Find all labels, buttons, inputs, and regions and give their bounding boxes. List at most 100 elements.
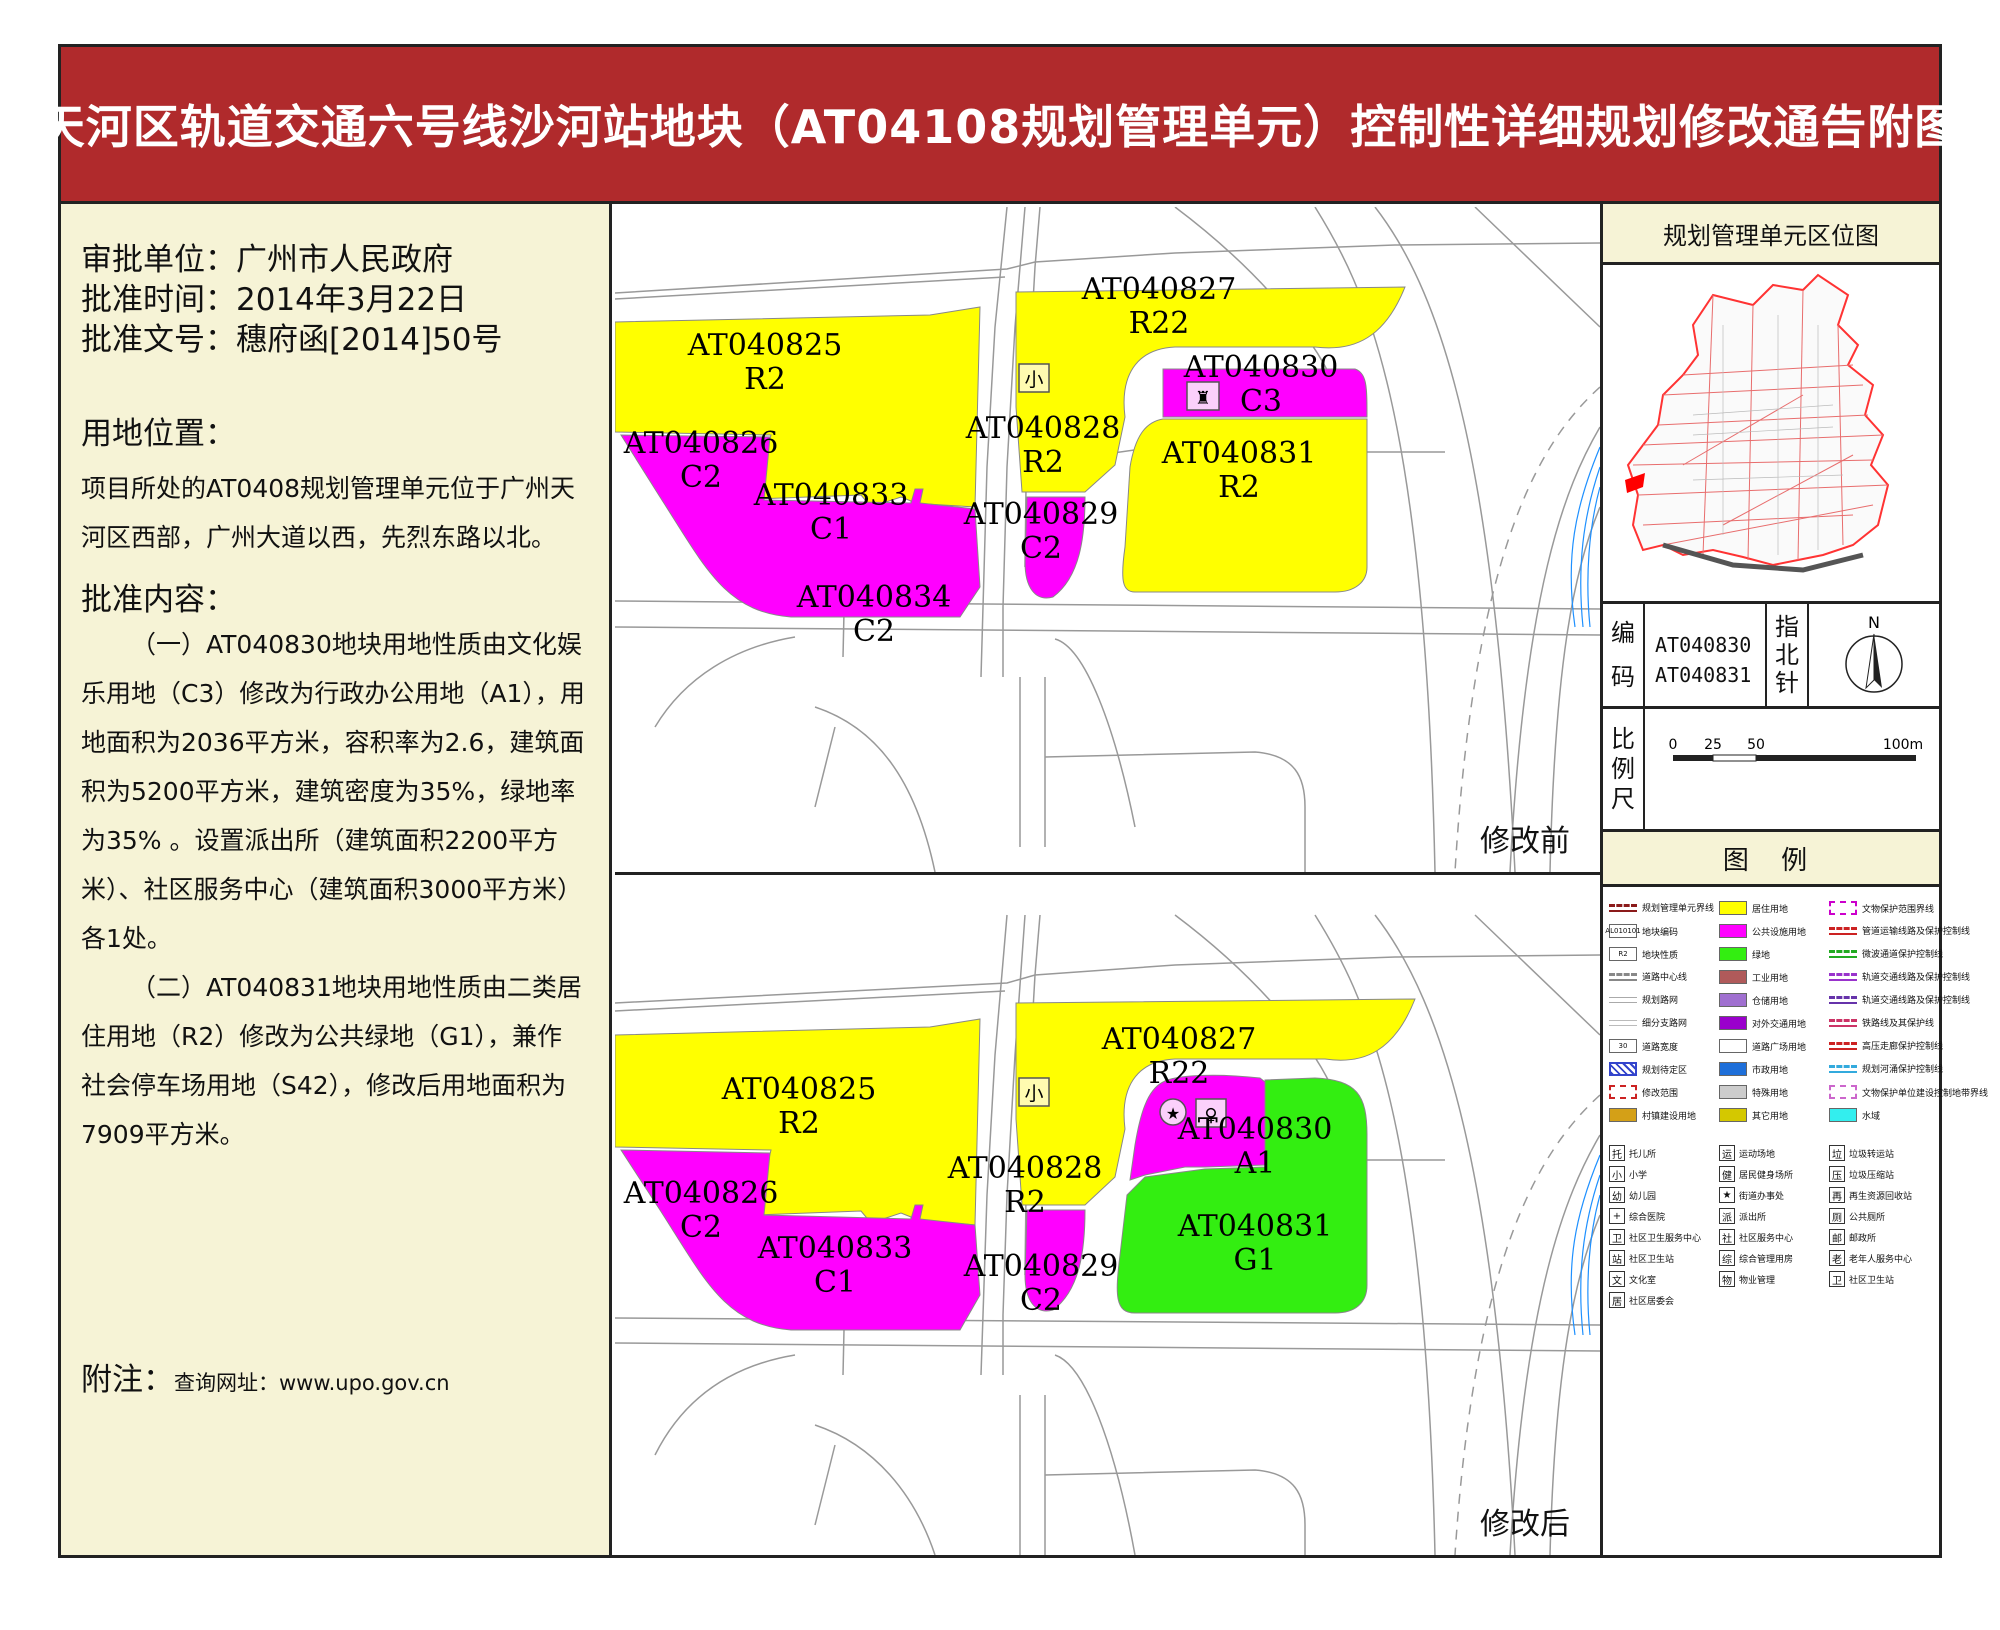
legend-label: 微波通道保护控制线 [1862,950,1944,960]
facility-icon: 文 [1609,1271,1625,1287]
legend-item: 居住用地 [1719,901,1788,915]
legend-swatch [1609,903,1637,912]
legend-label: 轨道交通线路及保护控制线 [1862,973,1971,983]
legend-label: 社区卫生服务中心 [1629,1233,1702,1244]
legend-label: 再生资源回收站 [1849,1191,1913,1202]
legend-swatch [1829,1041,1857,1050]
svg-text:25: 25 [1704,737,1722,753]
legend-label: 管道运输线路及保护控制线 [1862,927,1971,937]
legend-item: 公共设施用地 [1719,924,1806,938]
legend-swatch [1719,1039,1747,1053]
legend-swatch [1609,1108,1637,1122]
legend-swatch [1609,1062,1637,1076]
legend-label: 社区卫生站 [1629,1254,1675,1265]
parcel-landuse-label: C2 [1020,1283,1062,1318]
code-list: AT040830 AT040831 [1655,630,1751,690]
parcel-code-label: AT040829 [963,497,1119,532]
side-panel: 规划管理单元区位图 编 码 AT040830 AT040831 指 北 针 N … [1600,204,1988,1555]
legend-label: 居住用地 [1752,904,1789,915]
note-url[interactable]: 查询网址：www.upo.gov.cn [174,1371,450,1395]
legend-icon-item: 文文化室 [1609,1271,1656,1287]
school-icon: 小 [1024,369,1043,391]
legend-label: 仓储用地 [1752,996,1789,1007]
legend-label: 铁路线及其保护线 [1862,1019,1935,1029]
legend-swatch [1719,1085,1747,1099]
legend-swatch [1829,995,1857,1004]
legend-label: 规划河涌保护控制线 [1862,1065,1944,1075]
legend-label: 公共厕所 [1849,1212,1886,1223]
location-paragraph: 项目所处的AT0408规划管理单元位于广州天河区西部，广州大道以西，先烈东路以北… [81,474,576,552]
legend-swatch [1719,1016,1747,1030]
facility-icon: 站 [1609,1250,1625,1266]
svg-text:0: 0 [1669,737,1678,753]
legend-swatch [1829,901,1857,915]
parcel-code-label: AT040829 [963,1249,1119,1284]
parcel-landuse-label: R2 [778,1106,820,1141]
legend-swatch: R2 [1609,947,1637,961]
code-item: AT040830 [1655,633,1752,657]
facility-icon: 物 [1719,1271,1735,1287]
legend-icon-item: 派派出所 [1719,1208,1766,1224]
legend-icon-item: 物物业管理 [1719,1271,1775,1287]
facility-icon: 派 [1719,1208,1735,1224]
facility-icon: + [1609,1208,1625,1224]
legend-item: 细分支路网 [1609,1016,1687,1029]
legend-swatch [1719,947,1747,961]
legend-label: 对外交通用地 [1752,1019,1807,1030]
legend-label: 规划路网 [1642,996,1679,1006]
legend-label: 居民健身场所 [1739,1170,1794,1181]
legend-label: 托儿所 [1629,1149,1657,1160]
legend-label: 特殊用地 [1752,1088,1789,1099]
facility-icon: ★ [1719,1187,1735,1203]
legend-label: 细分支路网 [1642,1019,1688,1029]
content-item-2: （二）AT040831地块用地性质由二类居住用地（R2）修改为公共绿地（G1），… [81,973,582,1149]
legend-label: 绿地 [1752,950,1771,961]
parcel-code-label: AT040830 [1177,1112,1333,1147]
legend-label: 市政用地 [1752,1065,1789,1076]
legend-swatch [1829,972,1857,981]
parcel-code-label: AT040828 [947,1151,1103,1186]
legend-label: 村镇建设用地 [1642,1111,1697,1122]
legend-item: 文物保护单位建设控制地带界线 [1829,1085,1988,1099]
facility-icon: 幼 [1609,1187,1625,1203]
legend-swatch [1719,901,1747,915]
cinema-icon: ♜ [1195,388,1211,409]
parcel-landuse-label: R2 [744,362,786,397]
legend-label: 幼儿园 [1629,1191,1657,1202]
parcel-landuse-label: R22 [1149,1056,1210,1091]
parcel-landuse-label: G1 [1233,1243,1276,1278]
map-after: 小 ★ ♀ AT040825 R2 AT040826 C2 AT040827 R22 AT0… [615,875,1600,1555]
legend-item: 规划管理单元界线 [1609,901,1714,914]
legend-item: 高压走廊保护控制线 [1829,1039,1943,1052]
legend-item: 道路广场用地 [1719,1039,1806,1053]
info-panel: 审批单位：广州市人民政府 批准时间：2014年3月22日 批准文号：穗府函[20… [61,204,612,1555]
legend-item: 30 道路宽度 [1609,1039,1678,1053]
facility-icon: 厕 [1829,1208,1845,1224]
legend: 规划管理单元界线 居住用地 文物保护范围界线 AL010101 地块编码 公共设施用地 管道… [1603,887,1988,1308]
legend-swatch [1829,949,1857,958]
code-item: AT040831 [1655,663,1752,687]
note: 附注：查询网址：www.upo.gov.cn [81,1354,450,1399]
legend-item: 修改范围 [1609,1085,1678,1099]
legend-item: 工业用地 [1719,970,1788,984]
parcel-code-label: AT040825 [721,1072,877,1107]
legend-swatch [1609,1085,1637,1099]
facility-icon: 卫 [1829,1271,1845,1287]
parcel-landuse-label: R2 [1004,1185,1046,1220]
legend-swatch [1829,1064,1857,1073]
legend-item: 铁路线及其保护线 [1829,1016,1934,1029]
legend-icon-item: 再再生资源回收站 [1829,1187,1912,1203]
facility-icon: 老 [1829,1250,1845,1266]
facility-icon: 居 [1609,1292,1625,1308]
legend-icon-item: 小小学 [1609,1166,1647,1182]
parcel-landuse-label: R2 [1022,445,1064,480]
map-before: 小 ♜ AT040825 R2 AT040826 C2 AT040827 R22 AT040… [615,207,1600,875]
legend-icon-item: 综综合管理用房 [1719,1250,1793,1266]
legend-swatch [1719,1062,1747,1076]
legend-icon-item: 垃垃圾转运站 [1829,1145,1894,1161]
legend-item: 特殊用地 [1719,1085,1788,1099]
legend-label: 规划管理单元界线 [1642,904,1715,914]
scale-bar: 0 25 50 100m [1669,737,1923,762]
parcel-code-label: AT040834 [796,580,952,615]
parcel-landuse-label: R2 [1218,470,1260,505]
